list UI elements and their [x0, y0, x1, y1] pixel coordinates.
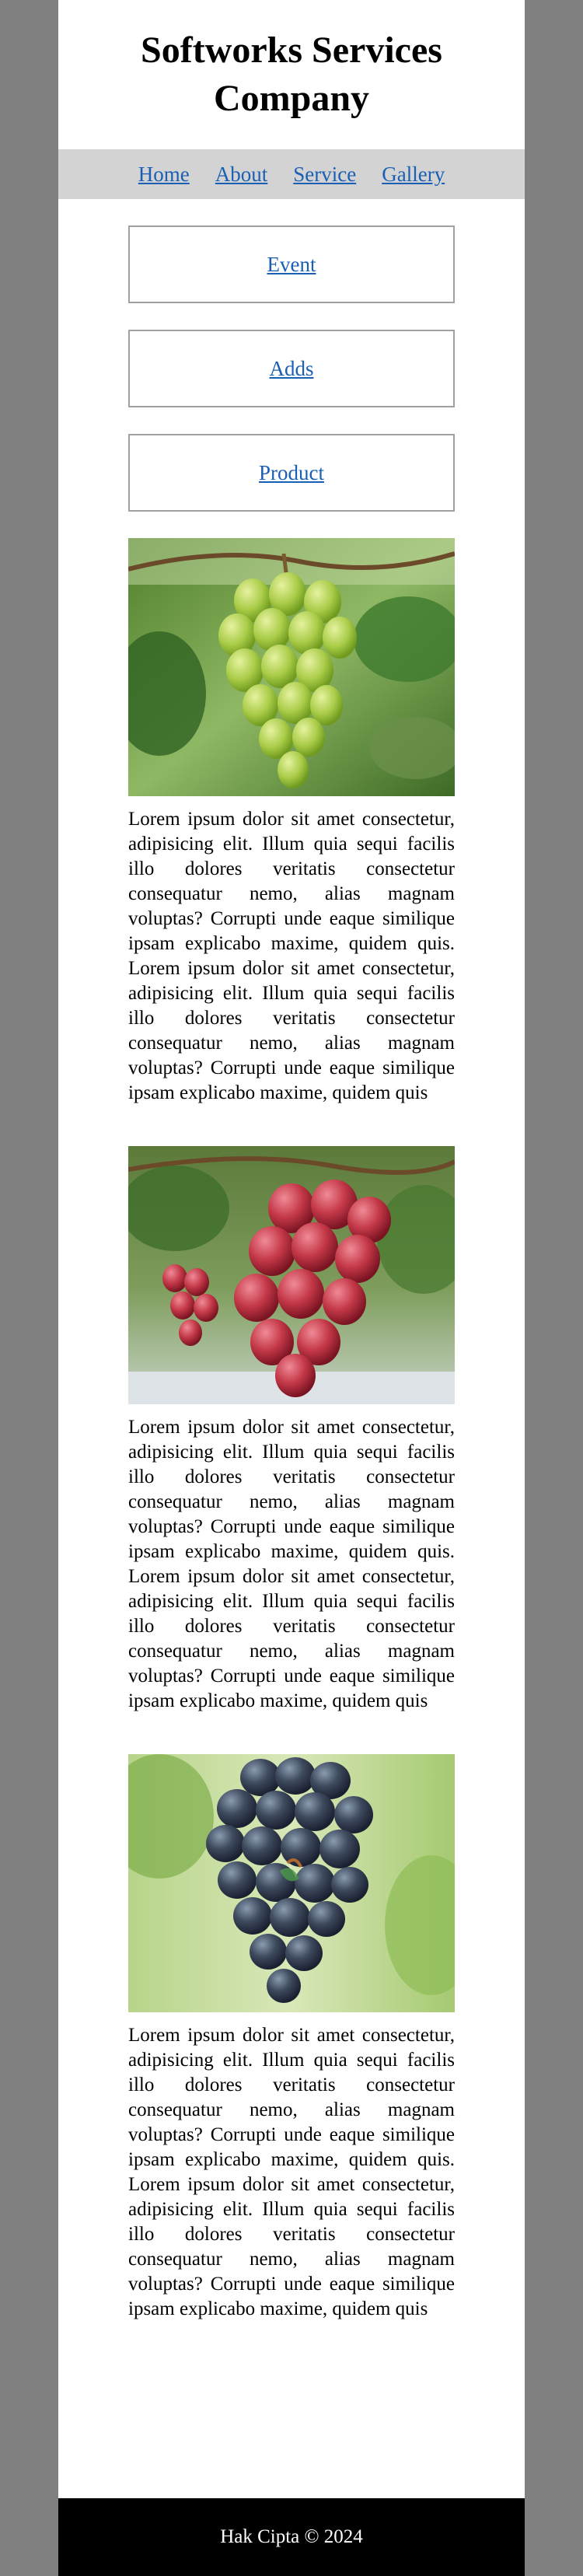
article-paragraph: Lorem ipsum dolor sit amet consectetur, … [128, 2025, 455, 2319]
page-container: Softworks Services Company Home About Se… [58, 0, 525, 2576]
product-link[interactable]: Product [259, 461, 324, 485]
black-grapes-photo [128, 1754, 455, 2012]
site-title: Softworks Services Company [141, 26, 442, 123]
site-title-line-2: Company [213, 78, 370, 119]
adds-link-box[interactable]: Adds [128, 330, 455, 407]
red-grapes-photo [128, 1146, 455, 1404]
site-footer: Hak Cipta © 2024 [58, 2498, 525, 2576]
green-grapes-photo [128, 538, 455, 796]
event-link-box[interactable]: Event [128, 225, 455, 303]
product-link-box[interactable]: Product [128, 434, 455, 512]
site-header: Softworks Services Company [58, 0, 525, 149]
adds-link[interactable]: Adds [269, 357, 313, 381]
article-green-grapes: Lorem ipsum dolor sit amet consectetur, … [128, 538, 455, 1106]
site-title-line-1: Softworks Services [141, 30, 442, 71]
article-paragraph: Lorem ipsum dolor sit amet consectetur, … [128, 1417, 455, 1711]
article-red-grapes: Lorem ipsum dolor sit amet consectetur, … [128, 1146, 455, 1714]
nav-link-home[interactable]: Home [138, 163, 190, 187]
article-paragraph: Lorem ipsum dolor sit amet consectetur, … [128, 809, 455, 1103]
copyright-text: Hak Cipta © 2024 [220, 2526, 363, 2547]
article-black-grapes: Lorem ipsum dolor sit amet consectetur, … [128, 1754, 455, 2322]
nav-bar: Home About Service Gallery [58, 149, 525, 199]
link-box-list: Event Adds Product [58, 199, 525, 512]
nav-link-service[interactable]: Service [293, 163, 356, 187]
event-link[interactable]: Event [267, 253, 316, 277]
nav-link-about[interactable]: About [215, 163, 268, 187]
nav-link-gallery[interactable]: Gallery [382, 163, 445, 187]
